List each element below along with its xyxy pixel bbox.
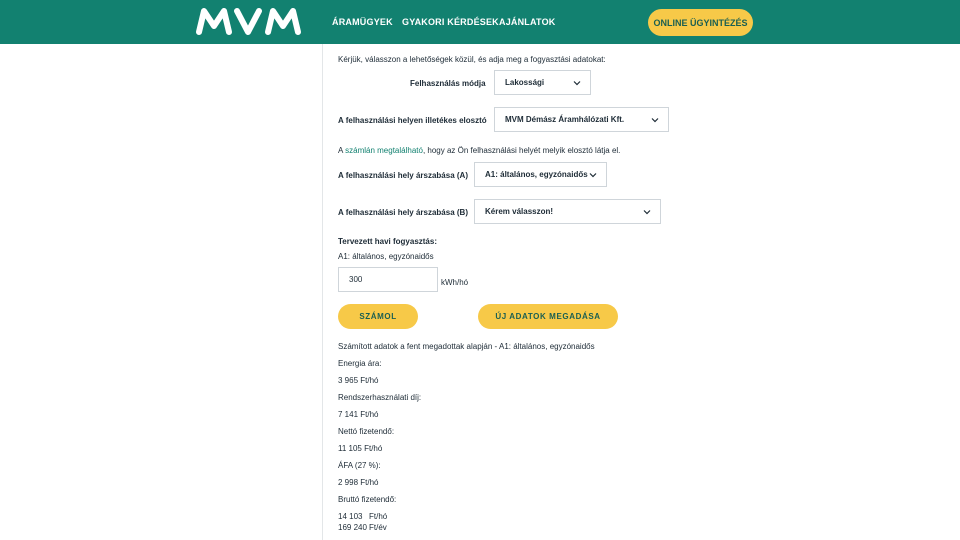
content-left-border <box>322 44 323 540</box>
tariff-b-select-value: Kérem válasszon! <box>485 207 554 216</box>
form-intro: Kérjük, válasszon a lehetőségek közül, é… <box>338 55 606 64</box>
mode-select-value: Lakossági <box>505 78 545 87</box>
system-fee-value: 7 141 Ft/hó <box>338 410 379 419</box>
gross-month-amount: 14 103 <box>338 512 363 521</box>
mvm-logo[interactable] <box>195 6 307 36</box>
tariff-b-label: A felhasználási hely árszabása (B) <box>338 208 468 217</box>
hint-suffix: , hogy az Ön felhasználási helyét melyik… <box>422 146 621 155</box>
calculate-button[interactable]: SZÁMOL <box>338 304 418 329</box>
system-fee-label: Rendszerhasználati díj: <box>338 393 422 402</box>
gross-year-unit: Ft/év <box>369 523 387 532</box>
distributor-select-value: MVM Démász Áramhálózati Kft. <box>505 115 625 124</box>
vat-label: ÁFA (27 %): <box>338 461 381 470</box>
invoice-link[interactable]: számlán megtalálható <box>345 146 423 155</box>
net-payable-label: Nettó fizetendő: <box>338 427 395 436</box>
net-payable-value: 11 105 Ft/hó <box>338 444 383 453</box>
chevron-down-icon <box>589 173 597 178</box>
distributor-label: A felhasználási helyen illetékes elosztó <box>338 116 487 125</box>
consumption-input-value: 300 <box>349 275 363 284</box>
tariff-a-select[interactable]: A1: általános, egyzónaidős <box>474 162 607 187</box>
nav-ajanlatok[interactable]: AJÁNLATOK <box>499 17 555 27</box>
planned-consumption-tariff: A1: általános, egyzónaidős <box>338 252 434 261</box>
mode-select[interactable]: Lakossági <box>494 70 591 95</box>
vat-value: 2 998 Ft/hó <box>338 478 379 487</box>
nav-aramugyek[interactable]: ÁRAMÜGYEK <box>332 17 393 27</box>
new-data-button[interactable]: ÚJ ADATOK MEGADÁSA <box>478 304 618 329</box>
tariff-a-label: A felhasználási hely árszabása (A) <box>338 171 468 180</box>
gross-year-amount: 169 240 <box>338 523 367 532</box>
energy-price-value: 3 965 Ft/hó <box>338 376 379 385</box>
energy-price-label: Energia ára: <box>338 359 382 368</box>
planned-consumption-label: Tervezett havi fogyasztás: <box>338 237 437 246</box>
tariff-a-select-value: A1: általános, egyzónaidős <box>485 170 588 179</box>
distributor-hint: A számlán megtalálható, hogy az Ön felha… <box>338 146 620 155</box>
gross-payable-label: Bruttó fizetendő: <box>338 495 397 504</box>
mode-label: Felhasználás módja <box>410 79 486 88</box>
online-ugyintezes-button[interactable]: ONLINE ÜGYINTÉZÉS <box>648 9 753 36</box>
gross-month-unit: Ft/hó <box>369 512 388 521</box>
nav-gyakori-kerdesek[interactable]: GYAKORI KÉRDÉSEK <box>402 17 499 27</box>
top-navigation-bar: ÁRAMÜGYEK GYAKORI KÉRDÉSEK AJÁNLATOK ONL… <box>0 0 960 44</box>
chevron-down-icon <box>573 81 581 86</box>
chevron-down-icon <box>651 118 659 123</box>
consumption-input[interactable]: 300 <box>338 267 438 292</box>
tariff-b-select[interactable]: Kérem válasszon! <box>474 199 661 224</box>
distributor-select[interactable]: MVM Démász Áramhálózati Kft. <box>494 107 669 132</box>
results-heading: Számított adatok a fent megadottak alapj… <box>338 342 595 351</box>
chevron-down-icon <box>643 210 651 215</box>
consumption-unit: kWh/hó <box>441 278 469 287</box>
